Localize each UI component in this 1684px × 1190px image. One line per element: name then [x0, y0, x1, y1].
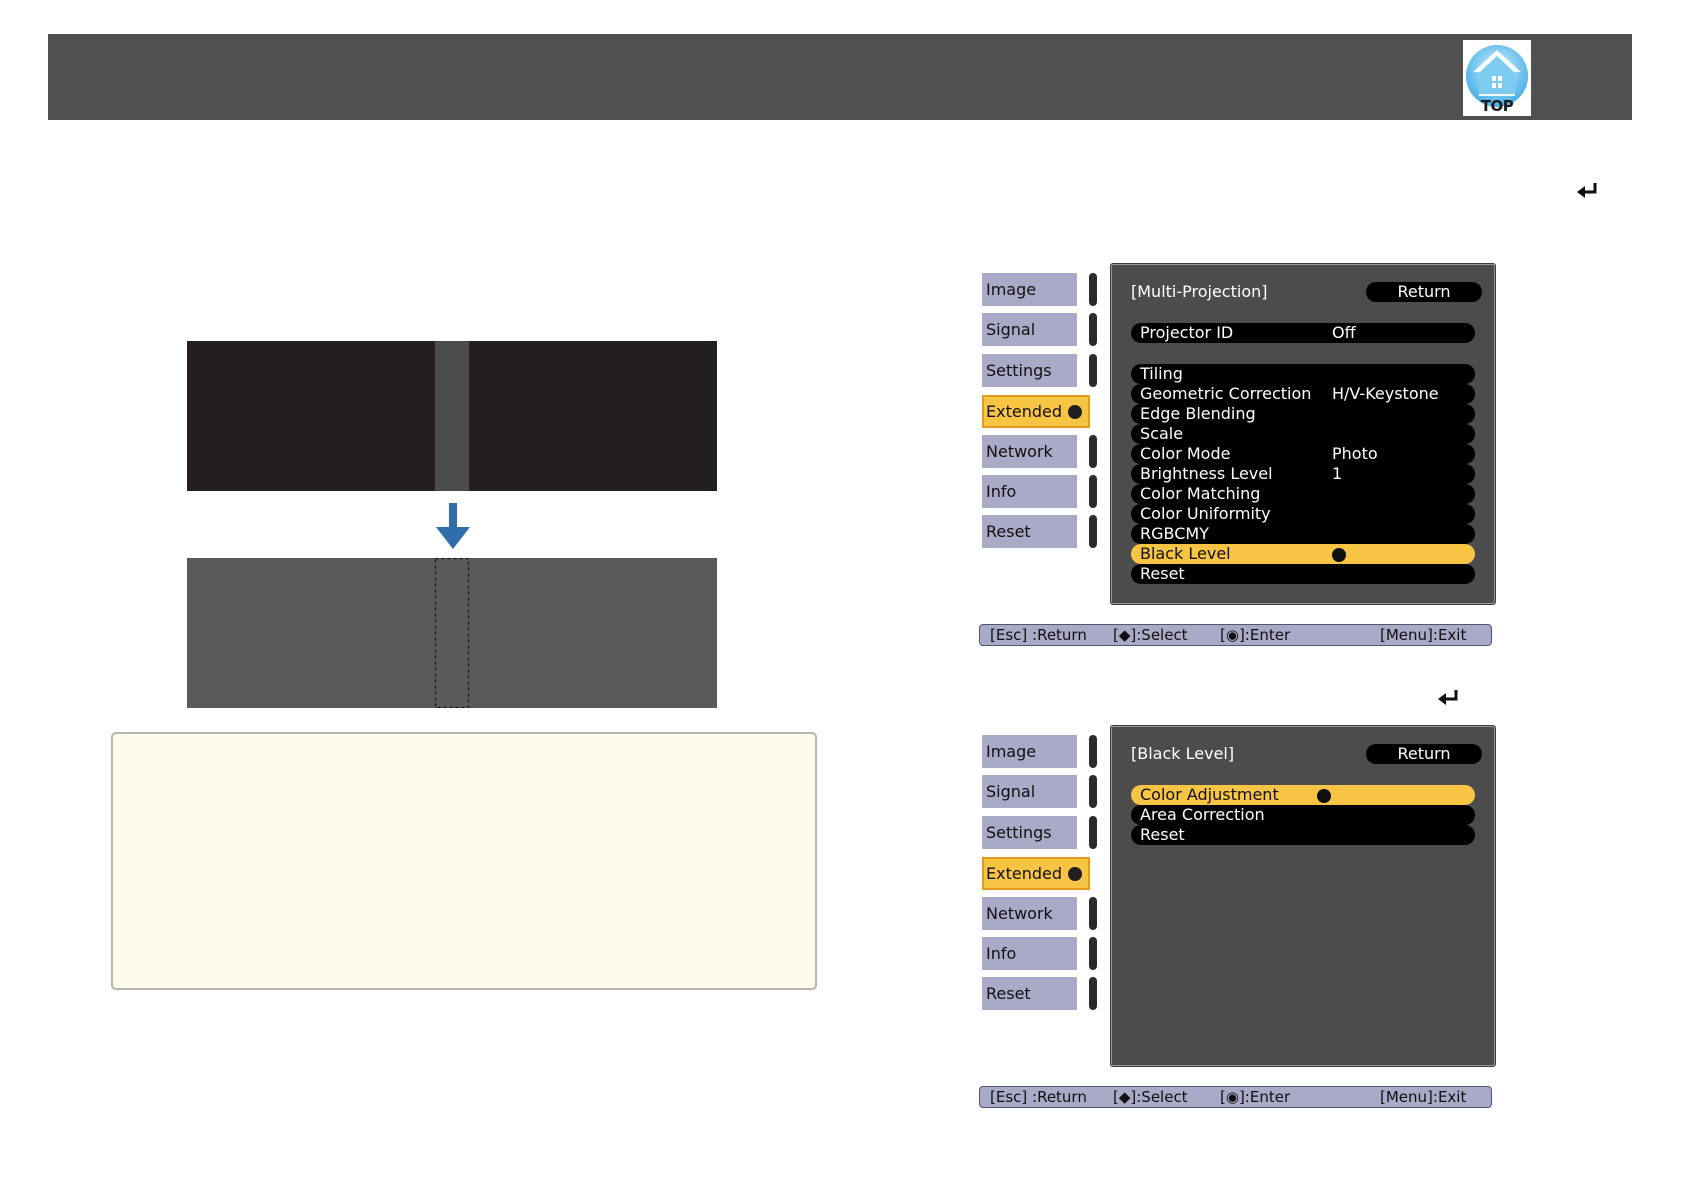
- sidebar-item-image[interactable]: Image: [982, 735, 1077, 768]
- return-button[interactable]: Return: [1366, 282, 1482, 302]
- menu-item-value: Off: [1332, 323, 1356, 342]
- sidebar-item-signal[interactable]: Signal: [982, 313, 1077, 346]
- sidebar-item-extended[interactable]: Extended: [982, 857, 1090, 890]
- footer-exit: [Menu]:Exit: [1380, 1088, 1467, 1106]
- menu-item-scale[interactable]: Scale: [1131, 424, 1475, 444]
- menu-item-tiling[interactable]: Tiling: [1131, 364, 1475, 384]
- sidebar-item-signal[interactable]: Signal: [982, 775, 1077, 808]
- footer-esc: [Esc] :Return: [990, 626, 1087, 644]
- edge-blend-before-image: [187, 341, 717, 491]
- enter-icon: [1068, 405, 1082, 419]
- osd-menu-black-level: Image Signal Settings Extended Network I…: [979, 725, 1496, 1185]
- menu-item-black-level[interactable]: Black Level: [1131, 544, 1475, 564]
- menu-item-label: Brightness Level: [1140, 464, 1273, 483]
- osd-menu-multi-projection: Image Signal Settings Extended Network I…: [979, 263, 1496, 723]
- menu-item-label: Projector ID: [1140, 323, 1234, 342]
- menu-item-label: Tiling: [1140, 364, 1183, 383]
- enter-icon: [1068, 867, 1082, 881]
- menu-item-label: RGBCMY: [1140, 524, 1209, 543]
- menu-title: [Multi-Projection]: [1131, 282, 1268, 301]
- menu-item-label: Black Level: [1140, 544, 1231, 563]
- menu-item-label: Edge Blending: [1140, 404, 1256, 423]
- footer-select: [◆]:Select: [1113, 626, 1188, 644]
- menu-item-value: Photo: [1332, 444, 1378, 463]
- edge-blend-after-image: [187, 557, 717, 709]
- menu-item-label: Color Matching: [1140, 484, 1261, 503]
- menu-item-brightness-level[interactable]: Brightness Level 1: [1131, 464, 1475, 484]
- footer-enter: [◉]:Enter: [1220, 1088, 1291, 1106]
- note-box: [111, 732, 817, 990]
- menu-item-reset[interactable]: Reset: [1131, 564, 1475, 584]
- menu-item-color-mode[interactable]: Color Mode Photo: [1131, 444, 1475, 464]
- menu-item-color-adjustment[interactable]: Color Adjustment: [1131, 785, 1475, 805]
- sidebar-item-network[interactable]: Network: [982, 897, 1077, 930]
- sidebar-item-info[interactable]: Info: [982, 937, 1077, 970]
- menu-item-value: H/V-Keystone: [1332, 384, 1439, 403]
- menu-item-area-correction[interactable]: Area Correction: [1131, 805, 1475, 825]
- menu-panel: [Black Level] Return Color Adjustment Ar…: [1110, 725, 1496, 1067]
- menu-item-color-matching[interactable]: Color Matching: [1131, 484, 1475, 504]
- menu-item-geometric-correction[interactable]: Geometric Correction H/V-Keystone: [1131, 384, 1475, 404]
- footer-exit: [Menu]:Exit: [1380, 626, 1467, 644]
- sidebar-item-label: Extended: [986, 864, 1062, 883]
- sidebar-item-info[interactable]: Info: [982, 475, 1077, 508]
- menu-item-rgbcmy[interactable]: RGBCMY: [1131, 524, 1475, 544]
- sidebar-item-reset[interactable]: Reset: [982, 515, 1077, 548]
- sidebar-item-extended[interactable]: Extended: [982, 395, 1090, 428]
- header-bar: [48, 34, 1632, 120]
- menu-item-reset[interactable]: Reset: [1131, 825, 1475, 845]
- menu-item-label: Scale: [1140, 424, 1184, 443]
- menu-footer: [Esc] :Return [◆]:Select [◉]:Enter [Menu…: [979, 624, 1492, 646]
- top-button[interactable]: TOP: [1463, 40, 1531, 116]
- menu-title: [Black Level]: [1131, 744, 1235, 763]
- menu-item-label: Color Uniformity: [1140, 504, 1271, 523]
- menu-item-label: Geometric Correction: [1140, 384, 1312, 403]
- menu-item-label: Area Correction: [1140, 805, 1265, 824]
- footer-enter: [◉]:Enter: [1220, 626, 1291, 644]
- top-label: TOP: [1480, 97, 1514, 115]
- menu-item-label: Color Adjustment: [1140, 785, 1279, 804]
- menu-item-label: Reset: [1140, 564, 1185, 583]
- menu-item-edge-blending[interactable]: Edge Blending: [1131, 404, 1475, 424]
- menu-item-projector-id[interactable]: Projector ID Off: [1131, 323, 1475, 343]
- return-button[interactable]: Return: [1366, 744, 1482, 764]
- menu-item-color-uniformity[interactable]: Color Uniformity: [1131, 504, 1475, 524]
- arrow-down-icon: [434, 503, 472, 551]
- footer-select: [◆]:Select: [1113, 1088, 1188, 1106]
- menu-item-value: 1: [1332, 464, 1343, 483]
- sidebar-item-settings[interactable]: Settings: [982, 816, 1077, 849]
- sidebar-item-network[interactable]: Network: [982, 435, 1077, 468]
- enter-icon: [1317, 788, 1331, 803]
- sidebar-item-label: Extended: [986, 402, 1062, 421]
- menu-panel: [Multi-Projection] Return Projector ID O…: [1110, 263, 1496, 605]
- menu-item-label: Reset: [1140, 825, 1185, 844]
- menu-footer: [Esc] :Return [◆]:Select [◉]:Enter [Menu…: [979, 1086, 1492, 1108]
- sidebar-item-reset[interactable]: Reset: [982, 977, 1077, 1010]
- sidebar-item-image[interactable]: Image: [982, 273, 1077, 306]
- footer-esc: [Esc] :Return: [990, 1088, 1087, 1106]
- menu-item-label: Color Mode: [1140, 444, 1231, 463]
- enter-icon: [1332, 547, 1346, 562]
- return-arrow-icon[interactable]: [1575, 181, 1601, 203]
- sidebar-item-settings[interactable]: Settings: [982, 354, 1077, 387]
